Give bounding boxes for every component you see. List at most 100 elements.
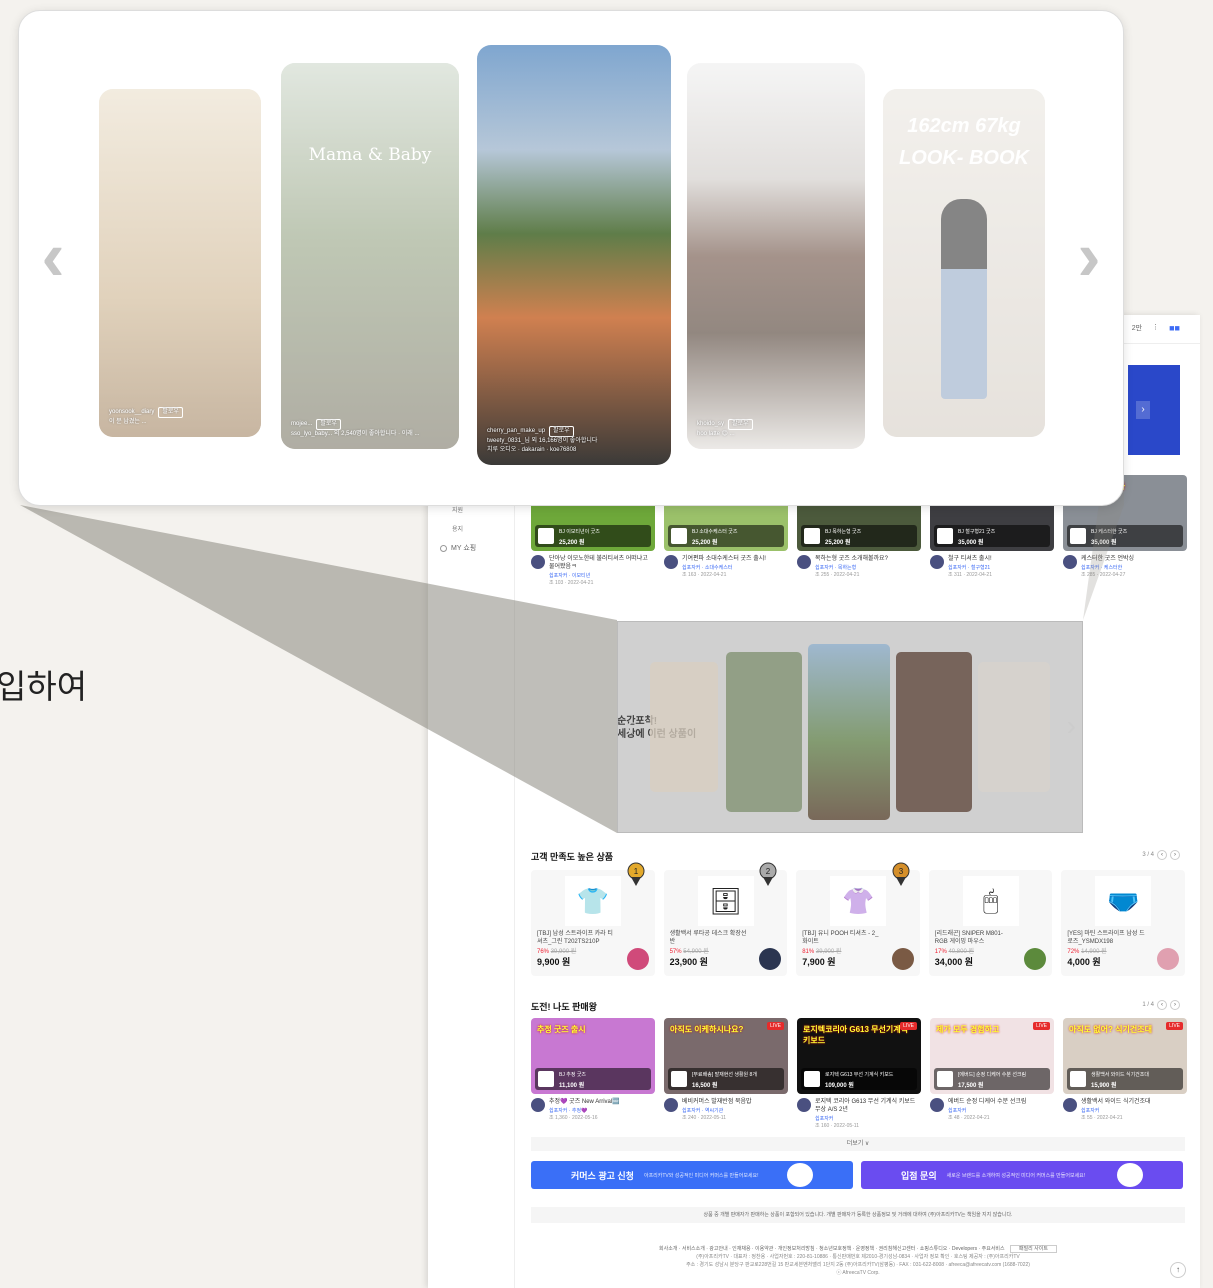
carousel-card-center[interactable]: cherry_pan_make_up 팔로우 tweety_0831_님 외 16,…: [477, 45, 671, 465]
avatar[interactable]: [664, 555, 678, 569]
video-thumbnail[interactable]: 아직도 없어? 식기건조대 LIVE 생활백서 와이드 식기건조대 15,900 원: [1063, 1018, 1187, 1094]
seller-avatar[interactable]: [1156, 948, 1179, 970]
scroll-top-button[interactable]: ↑: [1170, 1262, 1186, 1278]
video-card[interactable]: 로지텍코리아 G613 무선기계식키보드 LIVE 로지텍 G613 무선 기계식 …: [797, 1018, 921, 1129]
mini-prev-icon[interactable]: ‹: [624, 710, 633, 742]
product-tag[interactable]: BJ 이모티년이 굿즈 25,200 원: [535, 525, 651, 547]
video-title[interactable]: 케스터한 굿즈 언박싱: [1081, 555, 1134, 563]
avatar[interactable]: [930, 1098, 944, 1112]
seller-name[interactable]: 쉽포자커 · 이모티년: [549, 572, 655, 579]
banner-next-icon[interactable]: ›: [1136, 401, 1150, 419]
commerce-ad-button[interactable]: 커머스 광고 신청 아프리카TV와 성공적인 미디어 커머스를 만들어보세요!: [531, 1161, 853, 1189]
product-tag[interactable]: 생활백서 와이드 식기건조대 15,900 원: [1067, 1068, 1183, 1090]
sidebar-my-shopping[interactable]: MY 쇼핑: [440, 543, 514, 553]
seller-name[interactable]: 쉽포자커: [815, 1115, 921, 1122]
grid-icon[interactable]: ■■: [1169, 323, 1180, 333]
video-card[interactable]: 아직도 이케하시나요? LIVE [무료배송] 발재현선 생활원 8개 16,500 …: [664, 1018, 788, 1129]
seller-name[interactable]: 쉽포자커 · 철구형21: [948, 564, 992, 571]
store-inquiry-button[interactable]: 입점 문의 새로운 브랜드를 소개하여 성공적인 미디어 커머스를 만들어보세요…: [861, 1161, 1183, 1189]
promo-banner[interactable]: ›: [1128, 365, 1180, 455]
more-menu-icon[interactable]: ⋮: [1152, 323, 1159, 333]
video-title[interactable]: 목하는형 굿즈 소개해볼까요?: [815, 555, 888, 563]
product-tag[interactable]: BJ 목하는형 굿즈 25,200 원: [801, 525, 917, 547]
product-tag[interactable]: BJ 철구형21 굿즈 35,000 원: [934, 525, 1050, 547]
product-tag[interactable]: BJ 소대수케스터 굿즈 25,200 원: [668, 525, 784, 547]
moment-carousel-preview[interactable]: ‹ ›: [617, 621, 1083, 833]
satisfaction-next-button[interactable]: ›: [1170, 850, 1180, 860]
video-title[interactable]: 에버드 순정 디케어 수분 선크림: [948, 1098, 1026, 1106]
product-name[interactable]: [YES] 마틴 스트라이프 남성 드로즈_YSMDX198: [1067, 930, 1147, 946]
avatar[interactable]: [1063, 555, 1077, 569]
avatar[interactable]: [1063, 1098, 1077, 1112]
product-tag[interactable]: 로지텍 G613 무선 기계식 키보드 109,000 원: [801, 1068, 917, 1090]
avatar[interactable]: [797, 1098, 811, 1112]
video-title[interactable]: 생활백서 와이드 식기건조대: [1081, 1098, 1151, 1106]
product-tag[interactable]: [에버드] 순정 디케어 수분 선크림 17,500 원: [934, 1068, 1050, 1090]
video-text: 생활백서 와이드 식기건조대 쉽포자커 조 55 · 2022-04-21: [1081, 1098, 1151, 1121]
follow-button[interactable]: 팔로우: [158, 407, 183, 418]
avatar[interactable]: [797, 555, 811, 569]
seller-name[interactable]: 쉽포자커 · 추정💜: [549, 1107, 620, 1114]
challenge-next-button[interactable]: ›: [1170, 1000, 1180, 1010]
product-name[interactable]: [TBJ] 유니 POOH 티셔츠 - 2_화이트: [802, 930, 882, 946]
avatar[interactable]: [531, 555, 545, 569]
carousel-card-cake[interactable]: khoido_sy 팔로우 hoo latte 😊 ...: [687, 63, 865, 449]
follow-button[interactable]: 팔로우: [728, 419, 753, 430]
seller-name[interactable]: 쉽포자커 · 역씨기관: [682, 1107, 752, 1114]
footer-links[interactable]: 회사소개 · 서비스소개 · 광고안내 · 인재채용 · 이용약관 · 개인정보…: [659, 1246, 1005, 1252]
family-site-select[interactable]: 패밀리 사이트: [1009, 1245, 1057, 1253]
seller-name[interactable]: 쉽포자커 · 목하는형: [815, 564, 888, 571]
product-thumb: [937, 528, 953, 544]
footer: 회사소개 · 서비스소개 · 광고안내 · 인재채용 · 이용약관 · 개인정보…: [515, 1245, 1201, 1277]
seller-name[interactable]: 쉽포자커 · 소대수케스터: [682, 564, 766, 571]
video-thumbnail[interactable]: 제가 모두 경험하고 LIVE [에버드] 순정 디케어 수분 선크림 17,500 …: [930, 1018, 1054, 1094]
carousel-card-mama-baby[interactable]: Mama & Baby mojee... 팔로우 sso_lyo_baby... 외…: [281, 63, 459, 449]
seller-name[interactable]: 쉽포자커: [1081, 1107, 1151, 1114]
product-tag[interactable]: BJ 케스터한 굿즈 35,000 원: [1067, 525, 1183, 547]
video-meta: 베비커머스 발재반점 북음밥 쉽포자커 · 역씨기관 조 240 · 2022-05…: [664, 1098, 788, 1121]
product-card[interactable]: 👕 1 [TBJ] 남성 스트라이프 카라 티셔츠_그린 T202TS210P 76%…: [531, 862, 655, 976]
sidebar-link-support[interactable]: 지원: [452, 505, 514, 514]
video-card[interactable]: 아직도 없어? 식기건조대 LIVE 생활백서 와이드 식기건조대 15,900 원생…: [1063, 1018, 1187, 1129]
video-title[interactable]: 베비커머스 발재반점 북음밥: [682, 1098, 752, 1106]
mini-next-icon[interactable]: ›: [1067, 710, 1076, 742]
footer-copyright: ⓒ AfreecaTV Corp.: [836, 1270, 880, 1276]
video-title[interactable]: 추정💜 굿즈 New Arrival🆕: [549, 1098, 620, 1106]
video-title[interactable]: 기여편파 소대수케스터 굿즈 출시!: [682, 555, 766, 563]
product-card[interactable]: 🩲 [YES] 마틴 스트라이프 남성 드로즈_YSMDX198 72% 14,90…: [1061, 870, 1185, 976]
seller-name[interactable]: 쉽포자커: [948, 1107, 1026, 1114]
video-title[interactable]: 로지텍 코리아 G613 무선 기계식 키보드 무상 A/S 2년: [815, 1098, 921, 1114]
follow-button[interactable]: 팔로우: [549, 426, 574, 437]
avatar[interactable]: [664, 1098, 678, 1112]
video-title[interactable]: 단아낭 이모노한테 불러티셔츠 어떠냐고 물어봤음ㅋ: [549, 555, 655, 571]
product-card[interactable]: 👚 3 [TBJ] 유니 POOH 티셔츠 - 2_화이트 81% 39,900 원7…: [796, 862, 920, 976]
carousel-card-lookbook[interactable]: 162cm 67kg LOOK- BOOK: [883, 89, 1045, 437]
product-thumb: [671, 1071, 687, 1087]
product-name[interactable]: [리드래곤] SNIPER M801-RGB 게이밍 마우스: [935, 930, 1015, 946]
product-card[interactable]: 🗄 2 생활백서 루타공 데스크 확장선반 57% 54,900 원 23,900 원: [663, 862, 788, 976]
sidebar-link-paper[interactable]: 용지: [452, 524, 514, 533]
seller-avatar[interactable]: [891, 948, 914, 970]
follow-button[interactable]: 팔로우: [316, 419, 341, 430]
video-card[interactable]: 제가 모두 경험하고 LIVE [에버드] 순정 디케어 수분 선크림 17,500 …: [930, 1018, 1054, 1129]
carousel-card-interior[interactable]: yoonsook__diary 팔로우 이 분 남겼는 ...: [99, 89, 261, 437]
carousel-next-icon[interactable]: ›: [1069, 221, 1109, 291]
satisfaction-prev-button[interactable]: ‹: [1157, 850, 1167, 860]
product-name[interactable]: [TBJ] 남성 스트라이프 카라 티셔츠_그린 T202TS210P: [537, 930, 617, 946]
product-card[interactable]: 🖱 [리드래곤] SNIPER M801-RGB 게이밍 마우스 17% 40,80…: [928, 870, 1053, 976]
carousel-prev-icon[interactable]: ‹: [33, 221, 73, 291]
product-tag[interactable]: [무료배송] 발재현선 생활원 8개 16,500 원: [668, 1068, 784, 1090]
seller-name[interactable]: 쉽포자커 · 케스터한: [1081, 564, 1134, 571]
avatar[interactable]: [531, 1098, 545, 1112]
challenge-prev-button[interactable]: ‹: [1157, 1000, 1167, 1010]
avatar[interactable]: [930, 555, 944, 569]
seller-avatar[interactable]: [626, 948, 649, 970]
video-title[interactable]: 철구 티셔츠 출시!: [948, 555, 992, 563]
product-name[interactable]: 생활백서 루타공 데스크 확장선반: [670, 930, 750, 946]
video-thumbnail[interactable]: 추정 굿즈 출시 BJ 추정 굿즈 11,100 원: [531, 1018, 655, 1094]
product-tag[interactable]: BJ 추정 굿즈 11,100 원: [535, 1068, 651, 1090]
video-thumbnail[interactable]: 로지텍코리아 G613 무선기계식키보드 LIVE 로지텍 G613 무선 기계식 …: [797, 1018, 921, 1094]
more-button[interactable]: 더보기 ∨: [531, 1137, 1185, 1151]
video-card[interactable]: 추정 굿즈 출시 BJ 추정 굿즈 11,100 원추정💜 굿즈 New Arriv…: [531, 1018, 655, 1129]
video-thumbnail[interactable]: 아직도 이케하시나요? LIVE [무료배송] 발재현선 생활원 8개 16,500 …: [664, 1018, 788, 1094]
